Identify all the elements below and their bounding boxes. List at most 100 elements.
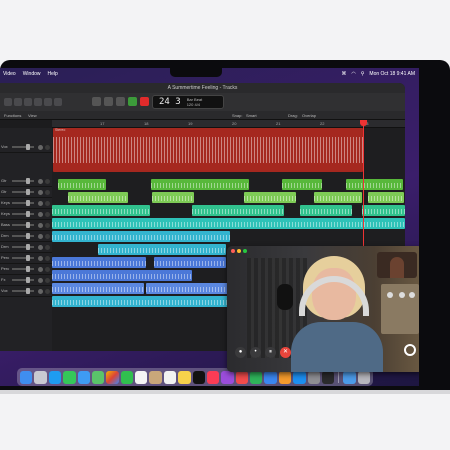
- news-icon[interactable]: [235, 370, 248, 384]
- audio-region[interactable]: [151, 179, 249, 190]
- audio-region[interactable]: [52, 296, 228, 307]
- numbers-icon[interactable]: [250, 370, 263, 384]
- mic-toggle-button[interactable]: ●: [235, 347, 246, 358]
- audio-region[interactable]: [52, 270, 192, 281]
- timeline-ruler[interactable]: 17 18 19 20 21 22 23: [52, 120, 405, 128]
- inspector-button[interactable]: [14, 98, 22, 106]
- mute-button[interactable]: [38, 245, 43, 250]
- contacts-icon[interactable]: [149, 370, 162, 384]
- record-button[interactable]: [140, 97, 149, 106]
- pause-button[interactable]: ⏸: [265, 347, 276, 358]
- mute-button[interactable]: [38, 256, 43, 261]
- solo-button[interactable]: [45, 278, 50, 283]
- rewind-button[interactable]: [92, 97, 101, 106]
- audio-region[interactable]: [52, 231, 230, 242]
- stop-button[interactable]: [116, 97, 125, 106]
- track-header[interactable]: Perc: [0, 264, 52, 275]
- track-header[interactable]: Vox: [0, 142, 52, 153]
- launchpad-icon[interactable]: [34, 370, 47, 384]
- solo-button[interactable]: [45, 201, 50, 206]
- calendar-icon[interactable]: [135, 370, 148, 384]
- track-header[interactable]: Vox: [0, 286, 52, 297]
- smart-controls-button[interactable]: [44, 98, 52, 106]
- audio-region[interactable]: [368, 192, 404, 203]
- mute-button[interactable]: [38, 212, 43, 217]
- solo-button[interactable]: [45, 267, 50, 272]
- control-center-icon[interactable]: ⌘: [341, 71, 346, 77]
- solo-button[interactable]: [45, 234, 50, 239]
- view-menu[interactable]: View: [28, 113, 37, 118]
- keynote-icon[interactable]: [264, 370, 277, 384]
- audio-region[interactable]: [300, 205, 352, 216]
- mute-button[interactable]: [38, 201, 43, 206]
- solo-button[interactable]: [45, 212, 50, 217]
- audio-region[interactable]: [58, 179, 106, 190]
- audio-region[interactable]: [314, 192, 362, 203]
- pages-icon[interactable]: [278, 370, 292, 384]
- menu-video[interactable]: Video: [3, 71, 16, 77]
- audio-region[interactable]: [52, 257, 146, 268]
- podcasts-icon[interactable]: [221, 370, 234, 384]
- volume-slider[interactable]: [26, 178, 30, 184]
- end-call-button[interactable]: ✕: [280, 347, 291, 358]
- mail-icon[interactable]: [77, 370, 90, 384]
- menu-help[interactable]: Help: [48, 71, 58, 77]
- notes-icon[interactable]: [178, 370, 191, 384]
- volume-slider[interactable]: [26, 211, 30, 217]
- audio-region[interactable]: [52, 218, 405, 229]
- help-button[interactable]: [24, 98, 32, 106]
- mixer-button[interactable]: [54, 98, 62, 106]
- functions-menu[interactable]: Functions: [4, 113, 21, 118]
- facetime-icon[interactable]: [120, 370, 133, 384]
- audio-region[interactable]: [152, 192, 194, 203]
- logic-icon[interactable]: [321, 370, 335, 384]
- toolbar-button[interactable]: [34, 98, 42, 106]
- snap-select[interactable]: Smart: [246, 113, 257, 118]
- close-button[interactable]: [231, 249, 235, 253]
- menu-window[interactable]: Window: [23, 71, 41, 77]
- mute-button[interactable]: [38, 267, 43, 272]
- wifi-icon[interactable]: ◠: [351, 71, 355, 77]
- volume-slider[interactable]: [26, 233, 30, 239]
- library-button[interactable]: [4, 98, 12, 106]
- audio-region[interactable]: [346, 179, 403, 190]
- trash-icon[interactable]: [357, 370, 370, 384]
- audio-region[interactable]: [146, 283, 228, 294]
- audio-region[interactable]: [362, 205, 405, 216]
- track-header[interactable]: Fx: [0, 275, 52, 286]
- mute-button[interactable]: [38, 145, 43, 150]
- track-header[interactable]: Keys: [0, 198, 52, 209]
- audio-region[interactable]: [68, 192, 128, 203]
- audio-region[interactable]: [192, 205, 284, 216]
- lcd-display[interactable]: 24 3 Bar Beat 120 4/4: [152, 95, 224, 109]
- audio-region[interactable]: [52, 283, 144, 294]
- mute-button[interactable]: [38, 289, 43, 294]
- tv-icon[interactable]: [192, 370, 205, 384]
- maps-icon[interactable]: [91, 370, 105, 384]
- track-header[interactable]: Drm: [0, 242, 52, 253]
- solo-button[interactable]: [45, 223, 50, 228]
- reminders-icon[interactable]: [163, 370, 177, 384]
- volume-slider[interactable]: [26, 144, 30, 150]
- volume-slider[interactable]: [26, 244, 30, 250]
- audio-region[interactable]: [98, 244, 226, 255]
- solo-button[interactable]: [45, 145, 50, 150]
- volume-slider[interactable]: [26, 189, 30, 195]
- photos-icon[interactable]: [106, 370, 119, 384]
- minimize-button[interactable]: [237, 249, 241, 253]
- volume-slider[interactable]: [26, 266, 30, 272]
- finder-icon[interactable]: [20, 370, 33, 384]
- track-header[interactable]: Keys: [0, 209, 52, 220]
- playhead-handle[interactable]: [360, 120, 367, 126]
- appstore-icon[interactable]: [293, 370, 306, 384]
- shutter-button[interactable]: [404, 344, 416, 356]
- messages-icon[interactable]: [63, 370, 76, 384]
- track-header[interactable]: Bass: [0, 220, 52, 231]
- volume-slider[interactable]: [26, 200, 30, 206]
- audio-region[interactable]: [52, 205, 150, 216]
- mute-button[interactable]: [38, 179, 43, 184]
- downloads-icon[interactable]: [343, 370, 356, 384]
- music-icon[interactable]: [206, 370, 220, 384]
- mute-button[interactable]: [38, 278, 43, 283]
- mute-button[interactable]: [38, 223, 43, 228]
